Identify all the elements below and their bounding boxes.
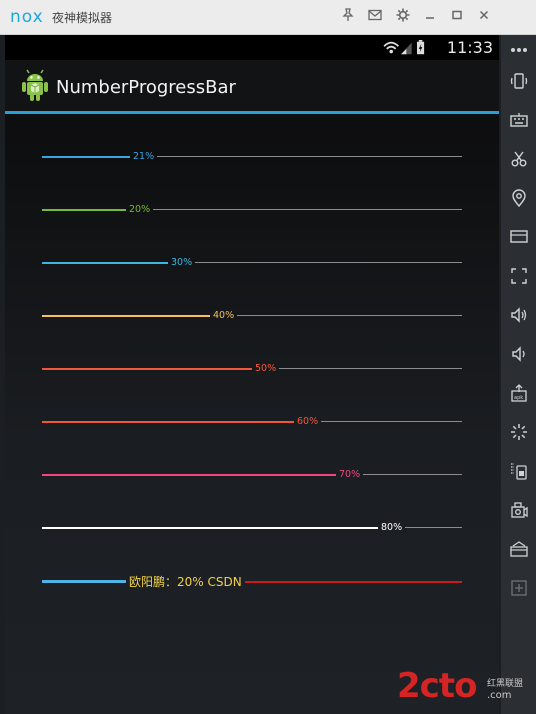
progress-unreached <box>195 262 462 263</box>
fullscreen-icon[interactable] <box>509 267 529 287</box>
watermark-domain: .com <box>487 690 512 701</box>
progress-reached <box>42 315 210 317</box>
progress-unreached <box>245 581 462 583</box>
progress-unreached <box>157 156 462 157</box>
progress-reached <box>42 421 294 423</box>
gear-icon[interactable] <box>394 8 412 26</box>
camera-icon[interactable] <box>509 501 529 521</box>
progress-unreached <box>237 315 462 316</box>
phone-screen: 11:33 NumberProgressBar 21% 20% 30% 40% 50% 6… <box>5 35 499 714</box>
progress-reached <box>42 262 168 264</box>
close-icon[interactable] <box>475 8 493 26</box>
emulator-titlebar: nox 夜神模拟器 <box>0 0 536 35</box>
number-progress-bar: 50% <box>42 362 462 376</box>
watermark-logo: 2cto <box>397 666 477 706</box>
number-progress-bar: 70% <box>42 468 462 482</box>
svg-text:apk: apk <box>514 395 523 401</box>
progress-unreached <box>363 474 462 475</box>
progress-unreached <box>153 209 462 210</box>
progress-percent-label: 80% <box>381 522 403 533</box>
emulator-toolbar: apk <box>501 35 536 714</box>
progress-percent-label: 70% <box>339 469 361 480</box>
keyboard-icon[interactable] <box>509 111 529 131</box>
number-progress-bar: 20% <box>42 203 462 217</box>
progress-unreached <box>321 421 462 422</box>
progress-percent-label: 欧阳鹏：20% CSDN <box>129 575 242 589</box>
progress-percent-label: 50% <box>255 363 277 374</box>
scissors-icon[interactable] <box>509 150 529 170</box>
more-icon[interactable] <box>509 38 529 58</box>
number-progress-bar: 30% <box>42 256 462 270</box>
number-progress-bar: 欧阳鹏：20% CSDN <box>42 573 462 591</box>
rotate-icon[interactable] <box>509 72 529 92</box>
volume-down-icon[interactable] <box>509 345 529 365</box>
progress-reached <box>42 156 130 158</box>
minimize-icon[interactable] <box>421 8 439 26</box>
progress-percent-label: 30% <box>171 257 193 268</box>
pin-icon[interactable] <box>339 8 357 26</box>
location-icon[interactable] <box>509 189 529 209</box>
progress-reached <box>42 580 126 583</box>
loading-icon[interactable] <box>509 423 529 443</box>
progress-reached <box>42 527 378 529</box>
number-progress-bar: 21% <box>42 150 462 164</box>
number-progress-bar: 80% <box>42 521 462 535</box>
maximize-icon[interactable] <box>448 8 466 26</box>
progress-unreached <box>405 527 462 528</box>
progress-percent-label: 60% <box>297 416 319 427</box>
mail-icon[interactable] <box>366 8 384 26</box>
apk-icon[interactable]: apk <box>509 384 529 404</box>
progress-reached <box>42 209 126 211</box>
emulator-title: 夜神模拟器 <box>52 11 113 25</box>
volume-up-icon[interactable] <box>509 306 529 326</box>
site-watermark: 2cto 红黑联盟 .com <box>397 666 535 710</box>
nox-logo: nox <box>10 7 44 27</box>
number-progress-bar: 60% <box>42 415 462 429</box>
add-icon[interactable] <box>509 579 529 599</box>
number-progress-bar: 40% <box>42 309 462 323</box>
screen-icon[interactable] <box>509 228 529 248</box>
progress-bar-list: 21% 20% 30% 40% 50% 60% 70% 80% 欧阳鹏：20% CSDN <box>5 35 499 714</box>
progress-unreached <box>279 368 462 369</box>
shake-icon[interactable] <box>509 462 529 482</box>
progress-percent-label: 20% <box>129 204 151 215</box>
progress-percent-label: 40% <box>213 310 235 321</box>
menu-icon[interactable] <box>509 540 529 560</box>
progress-reached <box>42 474 336 476</box>
watermark-subtitle: 红黑联盟 <box>487 679 524 689</box>
progress-percent-label: 21% <box>133 151 155 162</box>
progress-reached <box>42 368 252 370</box>
